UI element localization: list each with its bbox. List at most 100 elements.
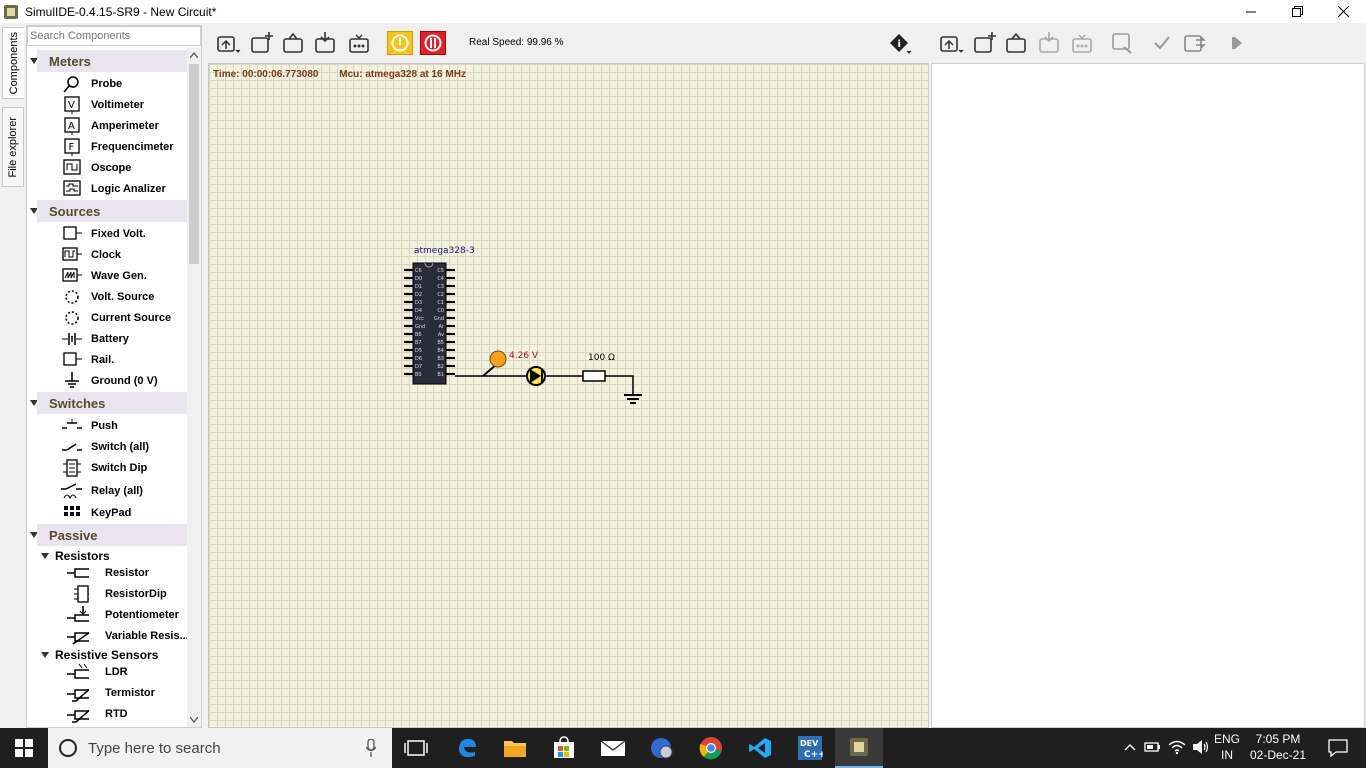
- tree-item-potentiometer[interactable]: Potentiometer: [67, 605, 179, 625]
- editor-save-button[interactable]: [1037, 31, 1063, 55]
- edge-icon: [459, 739, 476, 758]
- tree-item-label: Volt. Source: [91, 291, 155, 303]
- led-component[interactable]: [526, 366, 546, 386]
- tree-item-keypad[interactable]: KeyPad: [61, 503, 131, 523]
- editor-open-recent-button[interactable]: [938, 31, 964, 55]
- tree-item-current-source[interactable]: Current Source: [61, 308, 171, 328]
- code-editor-panel[interactable]: [931, 63, 1365, 728]
- tree-item-frequencimeter[interactable]: F Frequencimeter: [61, 137, 174, 157]
- category-switches[interactable]: Switches: [37, 392, 188, 414]
- vscode-taskbar-button[interactable]: [736, 728, 784, 768]
- edge-taskbar-button[interactable]: [443, 728, 491, 768]
- mcu-pin-label: B7: [415, 340, 422, 346]
- tree-item-voltimeter[interactable]: V Voltimeter: [61, 95, 144, 115]
- save-as-button[interactable]: [347, 31, 373, 55]
- tree-item-fixed-volt[interactable]: Fixed Volt.: [61, 224, 146, 244]
- microphone-icon[interactable]: [366, 739, 376, 757]
- mcu-pin-label: B6: [415, 332, 422, 338]
- chrome-taskbar-button[interactable]: [687, 728, 735, 768]
- search-components-input[interactable]: [27, 26, 201, 46]
- scroll-up-icon[interactable]: [190, 52, 198, 58]
- tree-item-push[interactable]: Push: [61, 416, 118, 436]
- scroll-thumb[interactable]: [189, 64, 199, 264]
- debug-run-button[interactable]: [1223, 31, 1249, 55]
- tab-components[interactable]: Components: [2, 27, 24, 99]
- save-circuit-button[interactable]: [313, 31, 339, 55]
- tree-item-label: Rail.: [91, 354, 115, 366]
- tree-item-volt-source[interactable]: Volt. Source: [61, 287, 154, 307]
- taskbar-clock[interactable]: 7:05 PM 02-Dec-21: [1248, 731, 1308, 763]
- tree-item-ground[interactable]: Ground (0 V): [61, 371, 158, 391]
- chevron-up-icon[interactable]: [1124, 742, 1136, 752]
- resistor-component[interactable]: [582, 370, 606, 382]
- category-sources[interactable]: Sources: [37, 200, 188, 222]
- restore-button[interactable]: [1274, 0, 1320, 23]
- probe-voltage-label: 4.26 V: [509, 351, 539, 361]
- tree-item-logic-analizer[interactable]: Logic Analizer: [61, 179, 166, 199]
- tree-item-ldr[interactable]: LDR: [67, 662, 128, 682]
- close-icon: [1337, 6, 1349, 17]
- mcu-pin-label: C2: [437, 292, 444, 298]
- tree-item-amperimeter[interactable]: A Amperimeter: [61, 116, 159, 136]
- tree-item-termistor[interactable]: Termistor: [67, 683, 155, 703]
- upload-button[interactable]: [1182, 31, 1208, 55]
- tree-item-resistor[interactable]: Resistor: [67, 563, 149, 583]
- file-explorer-taskbar-button[interactable]: [491, 728, 539, 768]
- tree-item-label: Amperimeter: [91, 120, 159, 132]
- start-button[interactable]: [0, 728, 48, 768]
- open-recent-button[interactable]: [215, 31, 241, 55]
- taskbar-search-box[interactable]: Type here to search: [48, 728, 392, 768]
- tree-item-resistordip[interactable]: ResistorDip: [67, 584, 167, 604]
- tree-item-relay-all[interactable]: Relay (all): [61, 481, 143, 501]
- category-passive[interactable]: Passive: [37, 524, 188, 546]
- tree-item-variable-resistor[interactable]: Variable Resis...: [67, 626, 188, 646]
- tree-item-label: Switch (all): [91, 441, 150, 453]
- probe-component[interactable]: [489, 350, 507, 368]
- tree-item-switch-all[interactable]: Switch (all): [61, 437, 149, 457]
- volume-icon[interactable]: [1192, 739, 1210, 755]
- scroll-down-icon[interactable]: [190, 717, 198, 723]
- task-view-button[interactable]: [392, 728, 440, 768]
- close-button[interactable]: [1320, 0, 1366, 23]
- tree-item-switch-dip[interactable]: Switch Dip: [61, 458, 147, 478]
- atmega328-chip[interactable]: C6 D0 D1 D2 D3 D4 Vcc Gnd B6 B7 D5 D6 D7 B0 C5 C4 C3 C2 C…: [404, 262, 455, 385]
- ground-component[interactable]: [624, 394, 642, 404]
- devcpp-taskbar-button[interactable]: DEV C++: [786, 728, 834, 768]
- new-circuit-button[interactable]: [249, 31, 275, 55]
- app-taskbar-button[interactable]: [638, 728, 686, 768]
- tree-item-battery[interactable]: Battery: [61, 329, 129, 349]
- battery-status-icon[interactable]: [1144, 741, 1162, 753]
- probe-icon: [61, 75, 83, 93]
- tree-item-clock[interactable]: Clock: [61, 245, 121, 265]
- tree-item-oscope[interactable]: Oscope: [61, 158, 131, 178]
- minimize-button[interactable]: [1228, 0, 1274, 23]
- tree-item-rtd[interactable]: RTD: [67, 704, 128, 724]
- power-button[interactable]: [420, 31, 446, 55]
- editor-open-file-button[interactable]: [1004, 31, 1030, 55]
- notifications-icon[interactable]: [1328, 739, 1348, 757]
- find-replace-button[interactable]: [1110, 31, 1136, 55]
- mcu-pin-label: Ar: [439, 324, 445, 330]
- panel-scrollbar[interactable]: [187, 48, 201, 727]
- tree-item-probe[interactable]: Probe: [61, 74, 122, 94]
- mail-taskbar-button[interactable]: [589, 728, 637, 768]
- open-file-icon: [283, 32, 303, 53]
- minimize-icon: [1246, 11, 1256, 12]
- info-button[interactable]: i: [887, 31, 913, 55]
- open-circuit-button[interactable]: [281, 31, 307, 55]
- wire[interactable]: [605, 375, 634, 394]
- circuit-canvas[interactable]: Time: 00:00:06.773080 Mcu: atmega328 at …: [208, 63, 929, 728]
- tab-file-explorer[interactable]: File explorer: [2, 107, 24, 187]
- language-indicator[interactable]: ENG IN: [1214, 731, 1240, 763]
- resistordip-icon: [67, 585, 89, 603]
- editor-new-file-button[interactable]: [972, 31, 998, 55]
- tree-item-wave-gen[interactable]: Wave Gen.: [61, 266, 147, 286]
- wifi-icon[interactable]: [1168, 739, 1186, 755]
- category-meters[interactable]: Meters: [37, 50, 188, 72]
- simulide-taskbar-button[interactable]: [835, 728, 883, 768]
- tree-item-rail[interactable]: Rail.: [61, 350, 114, 370]
- editor-save-as-button[interactable]: [1070, 31, 1096, 55]
- store-taskbar-button[interactable]: [540, 728, 588, 768]
- pause-simulation-button[interactable]: [387, 31, 413, 55]
- compile-button[interactable]: [1149, 31, 1175, 55]
